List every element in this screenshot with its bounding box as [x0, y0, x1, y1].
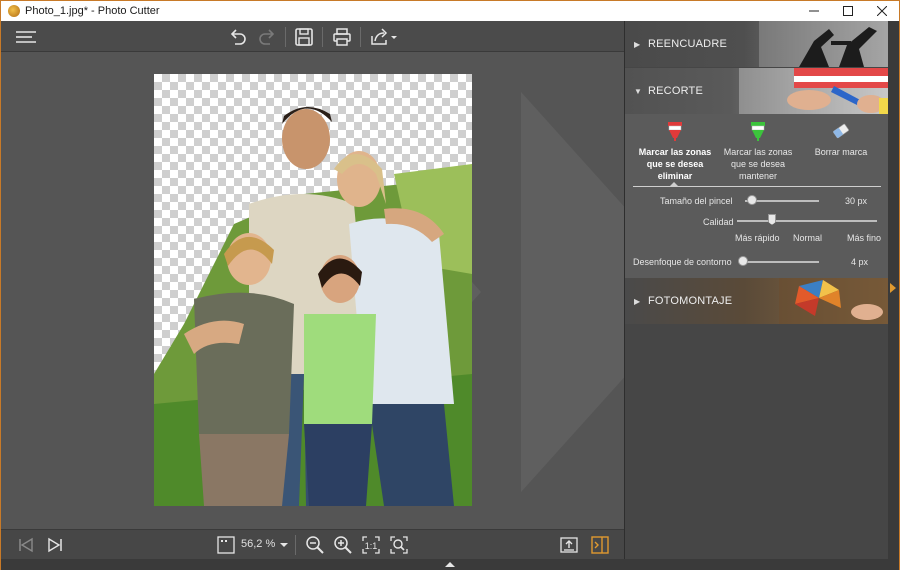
bottom-divider	[295, 535, 296, 555]
app-window: Photo_1.jpg* - Photo Cutter 56,2 % 1:1 ▶…	[0, 0, 900, 570]
zoom-fit-icon	[390, 536, 408, 554]
puzzle-pieces-icon	[779, 278, 889, 324]
section-reencuadre-label: REENCUADRE	[648, 38, 728, 50]
share-button[interactable]	[368, 26, 400, 48]
quality-label: Calidad	[703, 217, 734, 227]
minimize-icon	[809, 10, 819, 12]
close-icon	[877, 6, 887, 16]
edge-blur-slider[interactable]	[743, 261, 819, 263]
window-title: Photo_1.jpg* - Photo Cutter	[25, 5, 160, 17]
erase-mark-tool[interactable]: Borrar marca	[813, 120, 869, 158]
window-controls	[797, 1, 899, 21]
quality-slider[interactable]	[737, 220, 877, 222]
save-button[interactable]	[293, 26, 315, 48]
last-image-icon	[48, 537, 62, 553]
fit-icon	[217, 536, 235, 554]
first-image-icon	[19, 537, 33, 553]
chevron-right-icon: ▶	[634, 296, 641, 306]
section-recorte[interactable]: ▼ RECORTE	[625, 68, 889, 114]
toolbar-divider	[360, 27, 361, 47]
mark-keep-tool[interactable]: Marcar las zonas que se desea mantener	[719, 120, 797, 182]
zoom-in-icon	[334, 536, 352, 554]
print-icon	[333, 28, 351, 46]
undo-button[interactable]	[227, 26, 249, 48]
app-logo-icon	[8, 5, 20, 17]
section-fotomontaje-label: FOTOMONTAJE	[648, 295, 733, 307]
zoom-fit-button[interactable]	[388, 534, 410, 556]
brush-size-label: Tamaño del pincel	[660, 196, 733, 206]
edge-blur-label: Desenfoque de contorno	[633, 257, 732, 267]
chevron-right-icon: ▶	[634, 39, 641, 49]
export-button[interactable]	[558, 534, 580, 556]
tools-panel: ▶ REENCUADRE ▼ RECORTE Marcar las zonas …	[624, 21, 889, 559]
quality-option-fine: Más fino	[847, 233, 882, 243]
zoom-dropdown-button[interactable]	[277, 534, 291, 556]
quality-option-normal: Normal	[793, 233, 823, 243]
split-view-button[interactable]	[589, 534, 611, 556]
svg-text:1:1: 1:1	[365, 541, 378, 551]
minimize-button[interactable]	[797, 1, 831, 21]
menu-button[interactable]	[15, 26, 37, 48]
section-fotomontaje[interactable]: ▶ FOTOMONTAJE	[625, 278, 889, 324]
maximize-icon	[843, 6, 853, 16]
brush-size-slider-handle[interactable]	[747, 195, 758, 205]
edge-blur-slider-handle[interactable]	[738, 256, 748, 266]
actual-size-button[interactable]: 1:1	[360, 534, 382, 556]
last-image-button[interactable]	[44, 534, 66, 556]
split-view-icon	[591, 536, 609, 554]
bottom-toolbar: 56,2 % 1:1	[1, 529, 624, 559]
maximize-button[interactable]	[831, 1, 865, 21]
recorte-panel: Marcar las zonas que se desea eliminar M…	[625, 114, 889, 298]
scissors-cutting-icon	[739, 68, 889, 114]
redo-icon	[259, 29, 275, 45]
photo-preview[interactable]	[154, 74, 472, 506]
toolbar-divider	[322, 27, 323, 47]
mark-remove-tool[interactable]: Marcar las zonas que se desea eliminar	[635, 120, 715, 182]
red-marker-icon	[668, 122, 682, 141]
family-photo-image	[154, 106, 472, 506]
top-toolbar	[1, 21, 624, 52]
section-recorte-label: RECORTE	[648, 85, 703, 97]
collapse-panel-arrow-icon[interactable]	[890, 283, 896, 293]
edge-blur-value: 4 px	[851, 257, 869, 267]
actual-size-icon: 1:1	[362, 536, 380, 554]
menu-icon	[16, 31, 36, 43]
toolbar-divider	[285, 27, 286, 47]
tools-divider	[633, 186, 881, 187]
share-icon	[371, 28, 397, 45]
eraser-icon	[833, 123, 849, 139]
green-marker-icon	[751, 122, 765, 141]
bottom-status-strip	[1, 559, 899, 570]
undo-icon	[230, 29, 246, 45]
section-reencuadre[interactable]: ▶ REENCUADRE	[625, 21, 889, 67]
chevron-down-icon: ▼	[634, 86, 642, 96]
title-bar: Photo_1.jpg* - Photo Cutter	[1, 1, 899, 21]
export-icon	[560, 537, 578, 553]
zoom-in-button[interactable]	[332, 534, 354, 556]
print-button[interactable]	[331, 26, 353, 48]
zoom-level[interactable]: 56,2 %	[241, 538, 275, 550]
save-icon	[295, 28, 313, 46]
erase-mark-label: Borrar marca	[814, 147, 868, 157]
quality-slider-handle[interactable]	[768, 214, 776, 225]
redo-button[interactable]	[256, 26, 278, 48]
chevron-down-icon	[280, 543, 288, 547]
framing-hands-icon	[759, 21, 889, 67]
zoom-out-button[interactable]	[304, 534, 326, 556]
image-canvas[interactable]	[1, 52, 624, 529]
quality-option-fast: Más rápido	[735, 233, 780, 243]
close-button[interactable]	[865, 1, 899, 21]
chevron-up-icon[interactable]	[444, 560, 456, 568]
zoom-out-icon	[306, 536, 324, 554]
mark-remove-label: Marcar las zonas que se desea eliminar	[638, 147, 712, 181]
first-image-button[interactable]	[15, 534, 37, 556]
panel-collapse-strip[interactable]	[888, 21, 899, 559]
brush-size-value: 30 px	[845, 196, 868, 206]
mark-keep-label: Marcar las zonas que se desea mantener	[723, 147, 793, 181]
fit-canvas-button[interactable]	[215, 534, 237, 556]
